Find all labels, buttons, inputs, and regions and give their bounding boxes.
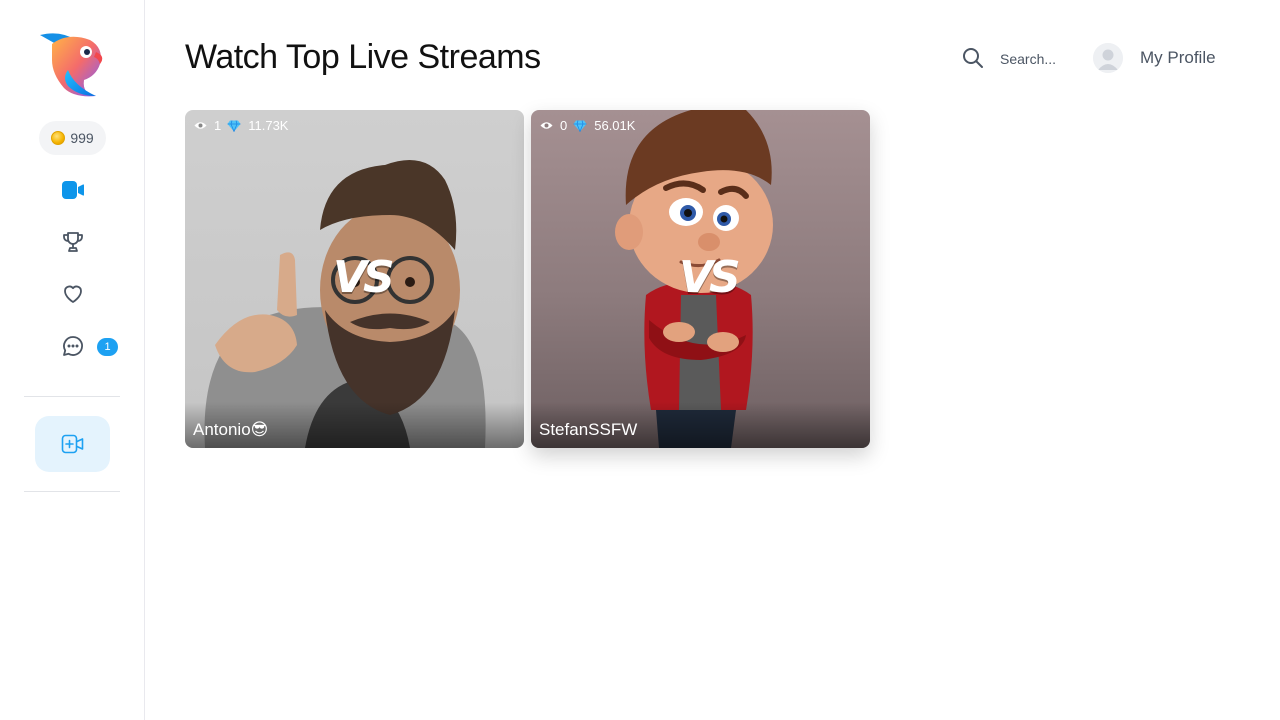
add-video-icon bbox=[61, 434, 83, 454]
diamond-count: 11.73K bbox=[227, 118, 288, 133]
streamer-name: StefanSSFW bbox=[539, 420, 638, 439]
profile-menu[interactable]: My Profile bbox=[1093, 42, 1216, 74]
nav-leaderboard[interactable] bbox=[58, 227, 88, 257]
search-input[interactable] bbox=[1000, 47, 1080, 71]
viewer-count: 1 bbox=[194, 118, 221, 133]
profile-label: My Profile bbox=[1140, 48, 1216, 67]
coin-count: 999 bbox=[70, 130, 94, 146]
page-title: Watch Top Live Streams bbox=[185, 38, 541, 76]
streamer-name: Antonio😎 bbox=[193, 420, 269, 439]
app-logo[interactable] bbox=[38, 30, 108, 98]
stream-card[interactable]: 0 56.01K VS StefanSSFW bbox=[531, 110, 870, 448]
go-live-button[interactable] bbox=[35, 416, 110, 472]
eye-icon bbox=[194, 122, 207, 129]
sidebar-divider bbox=[24, 491, 120, 492]
bird-logo-icon bbox=[40, 33, 103, 97]
diamond-icon bbox=[573, 119, 587, 132]
search-icon[interactable] bbox=[961, 46, 985, 70]
sidebar-divider bbox=[24, 396, 120, 397]
diamond-icon bbox=[227, 119, 241, 132]
eye-icon bbox=[540, 122, 553, 129]
coin-icon bbox=[51, 131, 66, 145]
messages-badge: 1 bbox=[97, 338, 118, 356]
vs-badge: VS bbox=[333, 252, 395, 303]
coin-balance[interactable]: 999 bbox=[39, 121, 106, 155]
sidebar: 999 1 bbox=[0, 0, 145, 720]
heart-icon bbox=[64, 285, 82, 303]
user-placeholder-icon bbox=[1093, 43, 1123, 73]
avatar bbox=[1093, 43, 1123, 73]
stream-card[interactable]: 1 11.73K VS Antonio😎 bbox=[185, 110, 524, 448]
nav-favorites[interactable] bbox=[58, 279, 88, 309]
nav-messages[interactable] bbox=[58, 331, 88, 361]
chat-bubble-icon bbox=[63, 336, 83, 356]
diamond-count: 56.01K bbox=[573, 118, 635, 133]
nav-live-streams[interactable] bbox=[58, 175, 88, 205]
viewer-count: 0 bbox=[540, 118, 567, 133]
vs-badge: VS bbox=[679, 252, 741, 303]
stream-stats: 0 56.01K bbox=[540, 118, 635, 133]
stream-stats: 1 11.73K bbox=[194, 118, 288, 133]
video-camera-icon bbox=[62, 181, 84, 199]
trophy-icon bbox=[63, 232, 83, 252]
